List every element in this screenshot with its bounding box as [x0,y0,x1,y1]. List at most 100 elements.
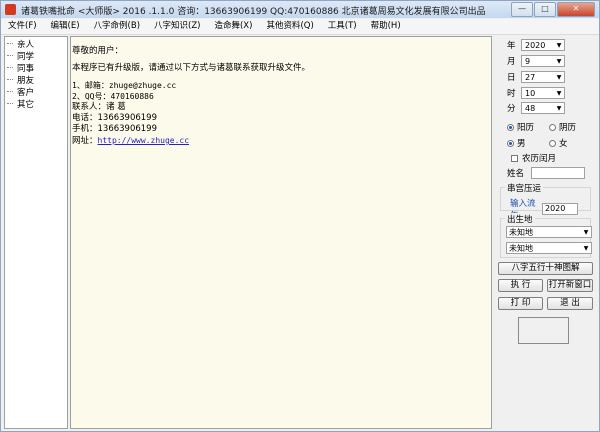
greeting-text: 尊敬的用户： [72,46,124,56]
website-label: 网址： [72,136,98,146]
male-radio[interactable]: 男 [507,137,549,149]
flow-group-title: 串宫压运 [505,182,544,194]
tree-item-label: 同事 [17,64,35,74]
open-new-window-button[interactable]: 打开新窗口 [547,279,593,292]
day-label: 日 [507,73,516,83]
radio-dot [549,139,556,147]
birthplace-group: 出生地 未知地 ▼ 未知地 ▼ [500,213,592,258]
province-value: 未知地 [509,227,533,237]
radio-dot [507,123,514,131]
menu-edit[interactable]: 编辑(E) [44,19,87,34]
radio-dot [549,123,556,131]
input-panel: 年 2020 ▼ 月 9 ▼ 日 27 ▼ 时 10 ▼ 分 48 ▼ 阳历 阴历 男 女 [496,36,599,429]
phone-line: 电话：13663906199 [72,113,157,123]
tree-line [7,67,13,69]
hour-select[interactable]: 10 ▼ [521,87,565,99]
flow-year-input[interactable]: 2020 [542,203,578,215]
tree-item-label: 同学 [17,52,35,62]
year-label: 年 [507,41,516,51]
chevron-down-icon: ▼ [556,41,562,49]
lunar-radio[interactable]: 阴历 [549,121,576,133]
tree-item-classmates[interactable]: 同学 [5,50,67,62]
calendar-row: 阳历 阴历 [507,121,576,133]
tree-line [7,91,13,93]
tree-item-others[interactable]: 其它 [5,98,67,110]
app-icon [5,4,16,15]
menu-bazi-knowledge[interactable]: 八字知识(Z) [147,19,207,34]
content-area[interactable]: 尊敬的用户： 本程序已有升级版，请通过以下方式与诸葛联系获取升级文件。 1、邮箱… [70,36,492,429]
tree-line [7,55,13,57]
qq-line: 2、QQ号：470160886 [72,92,154,101]
menu-tools[interactable]: 工具(T) [321,19,364,34]
preview-box [518,317,569,344]
chevron-down-icon: ▼ [556,73,562,81]
menu-other-materials[interactable]: 其他资料(Q) [259,19,320,34]
month-select[interactable]: 9 ▼ [521,55,565,67]
menu-fate-making[interactable]: 造命舞(X) [207,19,259,34]
city-select[interactable]: 未知地 ▼ [506,242,592,254]
chevron-down-icon: ▼ [556,89,562,97]
day-value: 27 [525,72,536,82]
birthplace-group-title: 出生地 [505,213,535,225]
menu-bazi-cases[interactable]: 八字命例(B) [87,19,147,34]
year-row: 年 2020 ▼ [496,39,565,51]
month-row: 月 9 ▼ [496,55,565,67]
website-link[interactable]: http://www.zhuge.cc [98,136,190,145]
tree-line [7,103,13,105]
hour-label: 时 [507,89,516,99]
maximize-button[interactable]: □ [534,2,556,17]
minimize-button[interactable]: — [511,2,533,17]
tree-line [7,79,13,81]
leap-month-row[interactable]: 农历闰月 [511,152,556,164]
chevron-down-icon: ▼ [556,104,562,112]
tree-item-colleagues[interactable]: 同事 [5,62,67,74]
province-select[interactable]: 未知地 ▼ [506,226,592,238]
menu-help[interactable]: 帮助(H) [364,19,408,34]
tree-item-family[interactable]: 亲人 [5,38,67,50]
chevron-down-icon: ▼ [556,57,562,65]
tree-item-clients[interactable]: 客户 [5,86,67,98]
bazi-diagram-button[interactable]: 八字五行十神图解 [498,262,593,275]
minute-value: 48 [525,103,536,113]
name-row: 姓名 [507,167,585,179]
name-label: 姓名 [507,169,525,179]
female-label: 女 [559,139,568,149]
print-button[interactable]: 打 印 [498,297,543,310]
gender-row: 男 女 [507,137,568,149]
city-value: 未知地 [509,243,533,253]
message-text: 本程序已有升级版，请通过以下方式与诸葛联系获取升级文件。 [72,63,311,73]
chevron-down-icon: ▼ [583,244,589,252]
radio-dot [507,139,514,147]
leap-month-label: 农历闰月 [522,154,557,164]
solar-radio[interactable]: 阳历 [507,121,549,133]
tree-item-label: 亲人 [17,40,35,50]
contact-line: 联系人：诸 葛 [72,102,126,112]
close-button[interactable]: ✕ [557,2,595,17]
minute-select[interactable]: 48 ▼ [521,102,565,114]
male-label: 男 [517,139,526,149]
tree-line [7,43,13,45]
mobile-line: 手机：13663906199 [72,124,157,134]
menu-bar: 文件(F) 编辑(E) 八字命例(B) 八字知识(Z) 造命舞(X) 其他资料(… [1,19,599,35]
name-input[interactable] [531,167,585,179]
month-label: 月 [507,57,516,67]
minute-label: 分 [507,104,516,114]
website-line: 网址：http://www.zhuge.cc [72,135,491,146]
exit-button[interactable]: 退 出 [547,297,593,310]
day-select[interactable]: 27 ▼ [521,71,565,83]
email-line: 1、邮箱：zhuge@zhuge.cc [72,81,177,90]
year-select[interactable]: 2020 ▼ [521,39,565,51]
leap-month-checkbox[interactable] [511,154,518,162]
window-title: 诸葛铁嘴批命 <大师版> 2016 .1.1.0 咨询：13663906199 … [21,7,486,17]
month-value: 9 [525,56,531,66]
female-radio[interactable]: 女 [549,137,568,149]
chevron-down-icon: ▼ [583,228,589,236]
flow-group: 串宫压运 输入流年 2020 [500,182,591,221]
tree-item-friends[interactable]: 朋友 [5,74,67,86]
title-bar: 诸葛铁嘴批命 <大师版> 2016 .1.1.0 咨询：13663906199 … [1,1,599,18]
category-tree: 亲人 同学 同事 朋友 客户 其它 [4,36,68,429]
menu-file[interactable]: 文件(F) [1,19,44,34]
minute-row: 分 48 ▼ [496,102,565,114]
tree-item-label: 朋友 [17,76,35,86]
execute-button[interactable]: 执 行 [498,279,543,292]
